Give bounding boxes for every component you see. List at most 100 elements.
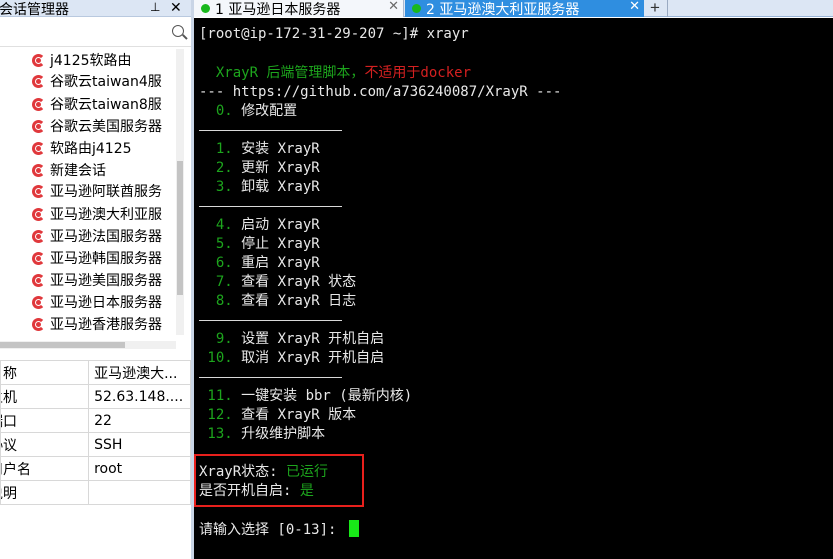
- session-item[interactable]: 亚马逊日本服务器: [31, 291, 162, 313]
- session-icon: [31, 74, 46, 89]
- session-label: 亚马逊阿联酋服务: [50, 184, 162, 200]
- session-item[interactable]: 新建会话: [31, 159, 106, 181]
- menu-item: 13. 升级维护脚本: [199, 426, 326, 442]
- session-label: 亚马逊美国服务器: [50, 273, 162, 289]
- menu-divider: [199, 130, 342, 131]
- input-prompt: 请输入选择 [0-13]:: [199, 522, 345, 538]
- menu-item: 2. 更新 XrayR: [199, 160, 320, 176]
- property-row: 主机 52.63.148....: [0, 384, 191, 409]
- session-label: 软路由j4125: [50, 141, 132, 157]
- session-item[interactable]: 亚马逊美国服务器: [31, 269, 162, 291]
- status-highlight-box: [194, 454, 364, 507]
- property-value: SSH: [88, 432, 191, 457]
- session-label: 亚马逊澳大利亚服: [50, 207, 162, 223]
- search-icon[interactable]: [172, 25, 184, 37]
- menu-item: 6. 重启 XrayR: [199, 255, 320, 271]
- session-label: 谷歌云美国服务器: [50, 119, 162, 135]
- session-icon: [31, 295, 46, 310]
- menu-item: 12. 查看 XrayR 版本: [199, 407, 357, 423]
- connection-status-icon: [412, 4, 421, 13]
- tab-label: 2 亚马逊澳大利亚服务器: [426, 1, 580, 18]
- menu-item: 1. 安装 XrayR: [199, 141, 320, 157]
- menu-item: 8. 查看 XrayR 日志: [199, 293, 357, 309]
- panel-header: 会话管理器 ⊥ ✕: [0, 0, 191, 18]
- tab-label: 1 亚马逊日本服务器: [215, 1, 341, 18]
- session-icon: [31, 317, 46, 332]
- property-row: 协议 SSH: [0, 432, 191, 457]
- menu-item: 11. 一键安装 bbr (最新内核): [199, 388, 413, 404]
- session-label: 亚马逊法国服务器: [50, 229, 162, 245]
- session-item[interactable]: 软路由j4125: [31, 137, 132, 159]
- property-key: 协议: [0, 432, 90, 457]
- tab-japan-server[interactable]: 1 亚马逊日本服务器 ✕: [194, 0, 404, 18]
- panel-title: 会话管理器: [0, 2, 69, 18]
- terminal-cursor: [348, 520, 359, 537]
- tab-bar: 1 亚马逊日本服务器 ✕ 2 亚马逊澳大利亚服务器 ✕ +: [194, 0, 833, 18]
- session-item[interactable]: 谷歌云taiwan4服: [31, 70, 162, 92]
- session-label: 亚马逊韩国服务器: [50, 251, 162, 267]
- session-label: 新建会话: [50, 163, 106, 179]
- menu-divider: [199, 320, 342, 321]
- session-tree: j4125软路由 谷歌云taiwan4服 谷歌云taiwan8服 谷歌云美国服务…: [0, 49, 176, 335]
- menu-item: 5. 停止 XrayR: [199, 236, 320, 252]
- tab-separator: [667, 0, 668, 17]
- session-icon: [31, 97, 46, 112]
- docker-warning: 不适用于docker: [364, 65, 472, 81]
- property-key: 端口: [0, 408, 90, 433]
- session-icon: [31, 184, 46, 199]
- session-item[interactable]: j4125软路由: [31, 49, 132, 71]
- tab-close-icon[interactable]: ✕: [629, 0, 640, 14]
- search-row: [0, 19, 191, 47]
- property-row: 用户名 root: [0, 456, 191, 481]
- script-header-line: XrayR 后端管理脚本，不适用于docker: [199, 64, 471, 83]
- session-item[interactable]: 谷歌云美国服务器: [31, 115, 162, 137]
- property-value: 52.63.148....: [88, 384, 191, 409]
- session-label: 谷歌云taiwan4服: [50, 74, 162, 90]
- property-key: 说明: [0, 480, 90, 505]
- session-icon: [31, 229, 46, 244]
- session-icon: [31, 119, 46, 134]
- session-item[interactable]: 亚马逊香港服务器: [31, 313, 162, 335]
- session-label: 亚马逊日本服务器: [50, 295, 162, 311]
- session-icon: [31, 273, 46, 288]
- session-item[interactable]: 亚马逊法国服务器: [31, 225, 162, 247]
- session-icon: [31, 141, 46, 156]
- property-value: [88, 480, 191, 505]
- session-item[interactable]: 谷歌云taiwan8服: [31, 93, 162, 115]
- property-value: root: [88, 456, 191, 481]
- connection-status-icon: [201, 4, 210, 13]
- add-tab-icon[interactable]: +: [650, 0, 660, 18]
- menu-item: 4. 启动 XrayR: [199, 217, 320, 233]
- property-row: 说明: [0, 480, 191, 505]
- close-icon[interactable]: ✕: [170, 0, 182, 16]
- menu-item: 3. 卸载 XrayR: [199, 179, 320, 195]
- session-label: 谷歌云taiwan8服: [50, 97, 162, 113]
- session-item[interactable]: 亚马逊澳大利亚服: [31, 203, 162, 225]
- session-icon: [31, 53, 46, 68]
- input-prompt-line[interactable]: 请输入选择 [0-13]:: [199, 520, 359, 540]
- property-row: 端口 22: [0, 408, 191, 433]
- property-value: 22: [88, 408, 191, 433]
- repo-url-line: --- https://github.com/a736240087/XrayR …: [199, 84, 562, 100]
- tree-vertical-scrollbar[interactable]: [176, 49, 184, 335]
- menu-item: 10. 取消 XrayR 开机自启: [199, 350, 385, 366]
- session-label: 亚马逊香港服务器: [50, 317, 162, 333]
- menu-item: 7. 查看 XrayR 状态: [199, 274, 357, 290]
- property-key: 主机: [0, 384, 90, 409]
- tab-australia-server[interactable]: 2 亚马逊澳大利亚服务器 ✕: [405, 0, 644, 18]
- session-properties-table: 名称 亚马逊澳大... 主机 52.63.148.... 端口 22 协议 SS…: [0, 360, 191, 505]
- property-row: 名称 亚马逊澳大...: [0, 360, 191, 385]
- session-item[interactable]: 亚马逊阿联酋服务: [31, 180, 162, 202]
- pin-icon[interactable]: ⊥: [150, 0, 160, 14]
- terminal-prompt-line: [root@ip-172-31-29-207 ~]# xrayr: [199, 26, 469, 42]
- search-input[interactable]: [0, 19, 168, 46]
- property-key: 用户名: [0, 456, 90, 481]
- tree-horizontal-scrollbar[interactable]: [0, 341, 176, 349]
- session-item[interactable]: 亚马逊韩国服务器: [31, 247, 162, 269]
- tab-close-icon[interactable]: ✕: [388, 0, 399, 14]
- property-value: 亚马逊澳大...: [88, 360, 191, 385]
- vertical-scroll-thumb[interactable]: [177, 161, 183, 295]
- horizontal-scroll-thumb[interactable]: [0, 342, 125, 348]
- menu-item: 0. 修改配置: [199, 103, 298, 119]
- property-key: 名称: [0, 360, 90, 385]
